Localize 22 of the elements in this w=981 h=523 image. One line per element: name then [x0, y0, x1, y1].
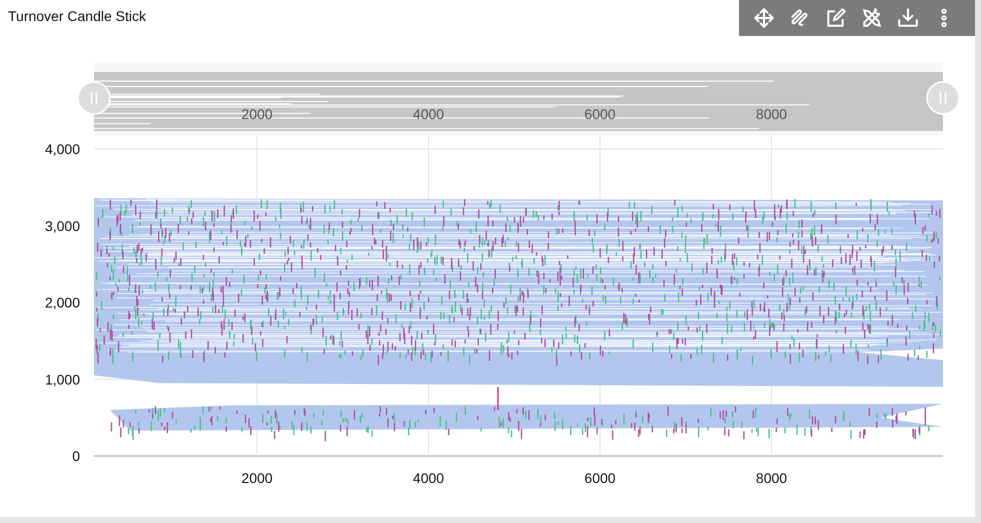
slider-tick-label: 6000: [584, 106, 616, 122]
zoom-slider[interactable]: [94, 63, 943, 136]
y-tick-label: 3,000: [44, 218, 80, 234]
slider-tick-label: 8000: [756, 106, 788, 122]
y-tick-label: 2,000: [44, 294, 80, 310]
y-tick-label: 4,000: [44, 141, 80, 157]
chart-title: Turnover Candle Stick: [7, 7, 146, 24]
edit-icon[interactable]: [825, 7, 847, 29]
slider-handle[interactable]: [77, 81, 111, 115]
x-tick-label: 4000: [412, 470, 444, 486]
slider-tick-label: 2000: [241, 106, 273, 122]
tools-icon[interactable]: [861, 7, 883, 29]
slider-window[interactable]: [94, 72, 943, 131]
slider-handle[interactable]: [926, 81, 960, 115]
download-icon[interactable]: [897, 7, 919, 29]
y-tick-label: 0: [72, 448, 80, 464]
x-tick-label: 6000: [584, 470, 616, 486]
x-tick-label: 2000: [241, 470, 273, 486]
x-tick-label: 8000: [756, 470, 788, 486]
move-icon[interactable]: [753, 7, 775, 29]
y-tick-label: 1,000: [44, 371, 80, 388]
slider-tick-label: 4000: [412, 106, 444, 122]
